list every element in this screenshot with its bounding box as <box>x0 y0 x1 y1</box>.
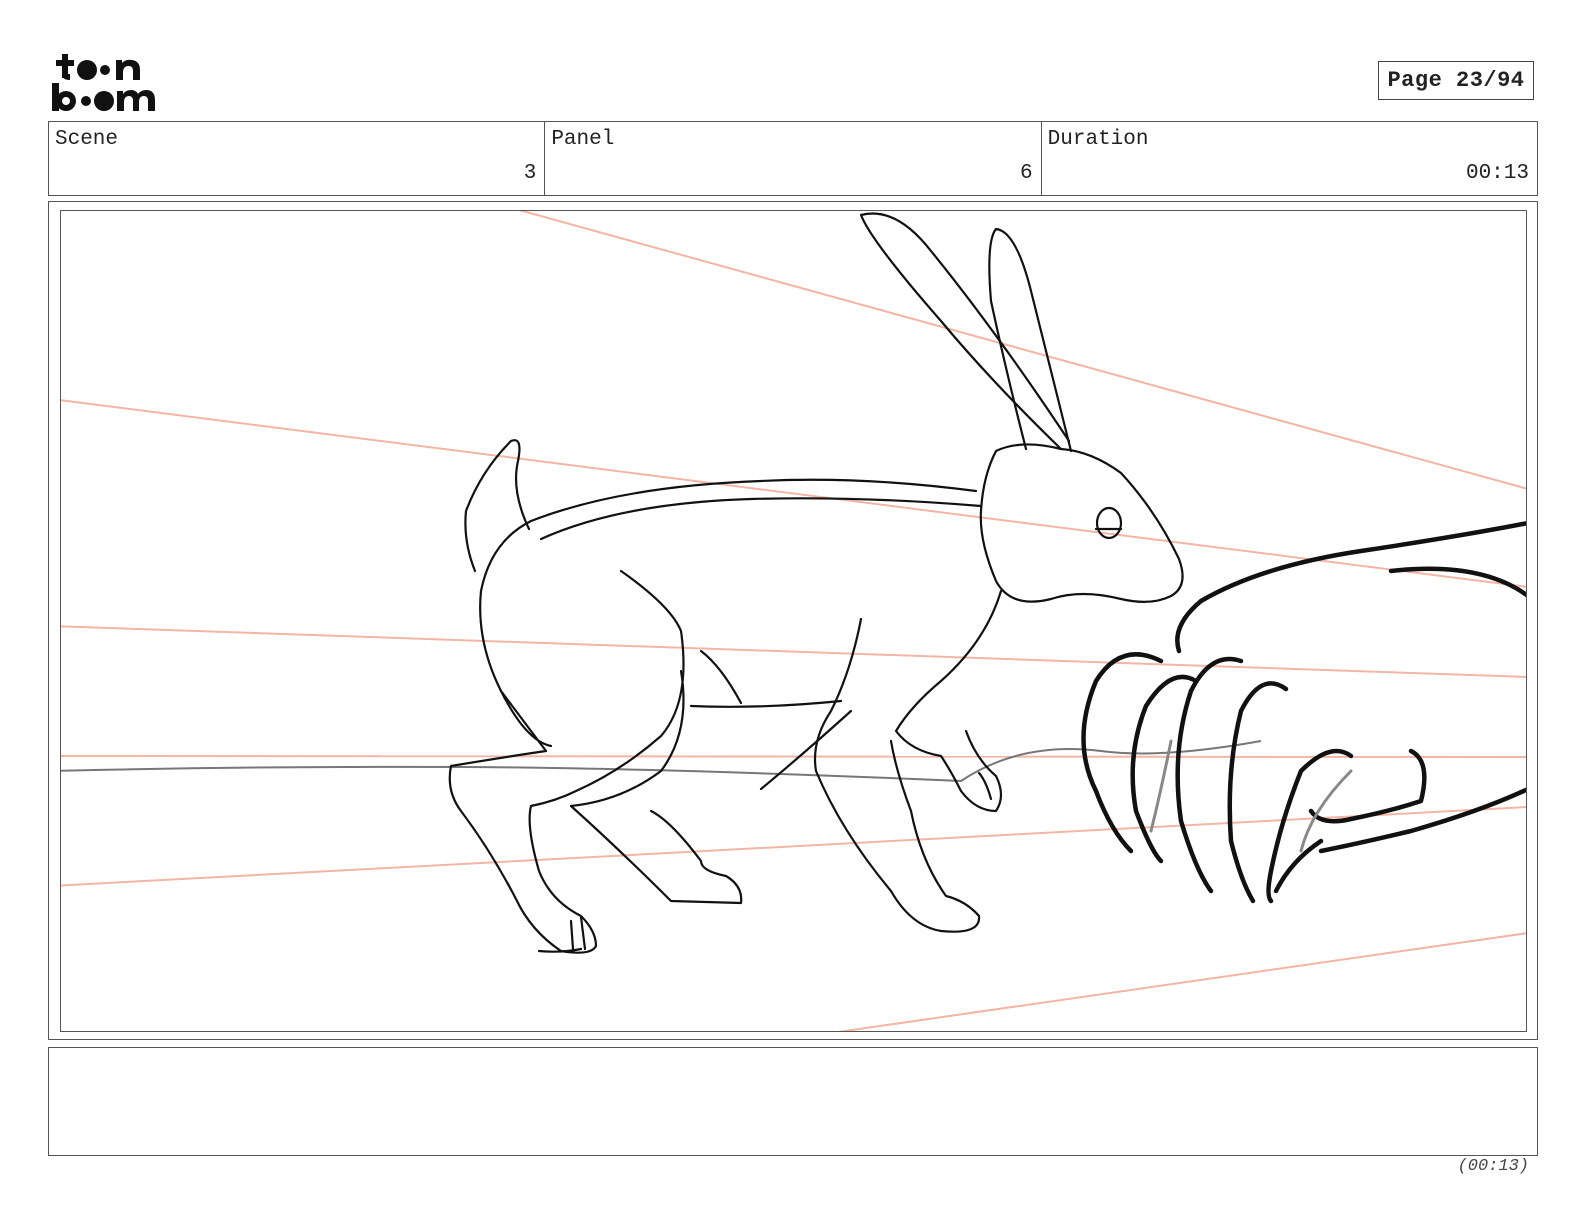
caption-box <box>48 1047 1538 1156</box>
duration-cell: Duration 00:13 <box>1042 122 1537 195</box>
scene-cell: Scene 3 <box>49 122 546 195</box>
panel-value: 6 <box>1020 162 1033 185</box>
panel-image <box>60 210 1527 1032</box>
footer-duration: (00:13) <box>1457 1157 1529 1176</box>
toonboom-logo <box>50 50 170 114</box>
panel-label: Panel <box>551 128 615 151</box>
duration-label: Duration <box>1047 128 1149 151</box>
info-row: Scene 3 Panel 6 Duration 00:13 <box>48 121 1538 196</box>
scene-value: 3 <box>523 162 537 185</box>
page-number: Page 23/94 <box>1378 61 1534 100</box>
duration-value: 00:13 <box>1465 162 1529 185</box>
rabbit-sketch <box>61 211 1526 1031</box>
panel-cell: Panel 6 <box>545 122 1042 195</box>
scene-label: Scene <box>55 128 119 151</box>
